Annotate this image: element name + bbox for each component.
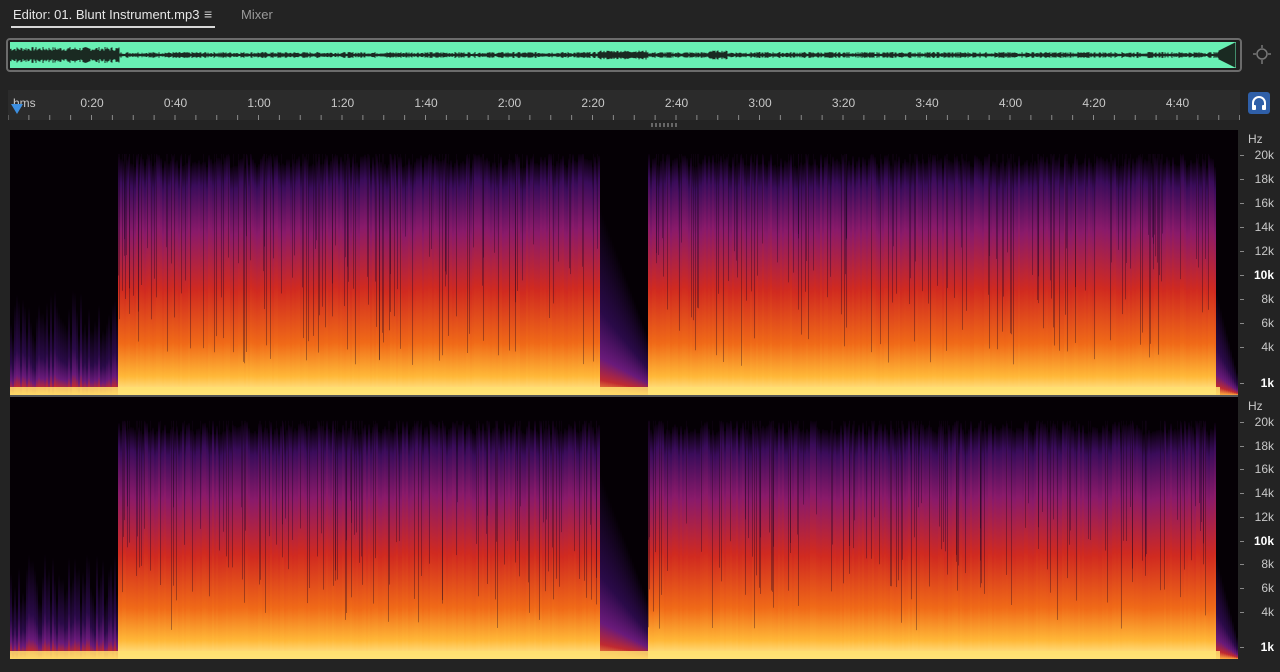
frequency-tick: [1240, 347, 1244, 348]
frequency-label: 20k: [1254, 414, 1274, 429]
frequency-label: 4k: [1261, 340, 1274, 354]
frequency-label: 6k: [1261, 316, 1274, 330]
frequency-label: 1k: [1260, 376, 1274, 390]
frequency-tick: [1240, 469, 1244, 471]
tab-mixer[interactable]: Mixer: [241, 7, 273, 22]
frequency-label: 10k: [1253, 533, 1274, 548]
frequency-label: 18k: [1254, 172, 1274, 186]
spectrogram-channel-right[interactable]: [10, 397, 1238, 659]
frequency-label: 12k: [1254, 509, 1274, 524]
frequency-tick: [1240, 251, 1244, 252]
active-tab-underline: [11, 26, 215, 28]
frequency-tick: [1240, 647, 1244, 649]
frequency-label: 8k: [1261, 292, 1274, 306]
frequency-tick: [1240, 564, 1244, 566]
frequency-label: 20k: [1254, 148, 1274, 162]
hz-unit-label: Hz: [1248, 399, 1263, 413]
frequency-tick: [1240, 203, 1244, 204]
frequency-label: 8k: [1261, 557, 1274, 572]
frequency-label: 4k: [1261, 604, 1274, 619]
frequency-tick: [1240, 516, 1244, 518]
ruler-tick-marks: [8, 115, 1240, 120]
zoom-navigator-icon[interactable]: [1252, 44, 1272, 66]
overview-waveform-graphic: [9, 42, 1236, 68]
frequency-tick: [1240, 155, 1244, 156]
frequency-label: 14k: [1254, 220, 1274, 234]
frequency-axis-right: Hz 20k 18k 16k 14k 12k 10k 8k 6k 4k 1k: [1240, 397, 1280, 659]
tab-editor[interactable]: Editor: 01. Blunt Instrument.mp3: [13, 7, 199, 22]
panel-menu-icon[interactable]: ≡: [204, 6, 212, 22]
frequency-tick: [1240, 540, 1244, 542]
frequency-tick: [1240, 323, 1244, 324]
frequency-label: 12k: [1254, 244, 1274, 258]
frequency-label: 18k: [1254, 438, 1274, 453]
frequency-label: 1k: [1260, 640, 1274, 655]
frequency-tick: [1240, 493, 1244, 495]
frequency-tick: [1240, 275, 1244, 276]
tab-bar: Editor: 01. Blunt Instrument.mp3 ≡ Mixer: [0, 0, 1280, 32]
playhead-marker[interactable]: [11, 104, 23, 114]
frequency-tick: [1240, 445, 1244, 447]
frequency-label: 6k: [1261, 581, 1274, 596]
frequency-tick: [1240, 179, 1244, 180]
headphones-icon[interactable]: [1248, 92, 1270, 114]
spectrogram-graphic-left: [10, 130, 1238, 395]
overview-waveform[interactable]: [6, 38, 1242, 72]
frequency-label: 10k: [1253, 268, 1274, 282]
frequency-tick: [1240, 421, 1244, 423]
frequency-tick: [1240, 611, 1244, 613]
frequency-tick: [1240, 299, 1244, 300]
frequency-tick: [1240, 383, 1244, 384]
frequency-label: 16k: [1254, 462, 1274, 477]
frequency-tick: [1240, 227, 1244, 228]
time-ruler[interactable]: hms 0:20 0:40 1:00 1:20 1:40 2:00 2:20 2:40 3:00…: [8, 90, 1240, 120]
spectrogram-graphic-right: [10, 397, 1238, 659]
hz-unit-label: Hz: [1248, 132, 1263, 146]
spectrogram-channel-left[interactable]: [10, 130, 1238, 395]
frequency-label: 14k: [1254, 486, 1274, 501]
frequency-axis-left: Hz 20k 18k 16k 14k 12k 10k 8k 6k 4k 1k: [1240, 130, 1280, 395]
frequency-label: 16k: [1254, 196, 1274, 210]
frequency-tick: [1240, 588, 1244, 590]
panel-splitter-grip[interactable]: [651, 123, 679, 127]
